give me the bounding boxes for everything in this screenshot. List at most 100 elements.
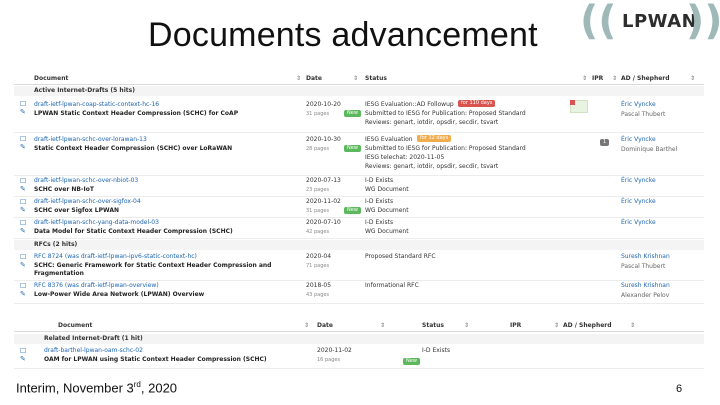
col-document[interactable]: Document (58, 322, 92, 329)
doc-name-link[interactable]: draft-ietf-lpwan-coap-static-context-hc-… (34, 101, 159, 108)
table-row: ☐ ✎ RFC 8724 (was draft-ietf-lpwan-ipv6-… (14, 252, 704, 281)
ad-link[interactable]: Éric Vyncke (621, 136, 656, 143)
sort-icon[interactable]: ⇕ (690, 75, 695, 82)
doc-pages: 31 pages (306, 208, 330, 214)
group-active-drafts: Active Internet-Drafts (5 hits) (14, 86, 704, 96)
doc-status: I-D Exists (365, 198, 394, 205)
table-row: ☐ ✎ draft-ietf-lpwan-schc-over-sigfox-04… (14, 197, 704, 218)
comment-icon[interactable]: ✎ (20, 355, 26, 363)
sort-icon[interactable]: ⇕ (612, 75, 617, 82)
logo-left-paren: (( (580, 0, 617, 44)
doc-title: LPWAN Static Context Header Compression … (34, 110, 239, 117)
bookmark-icon[interactable]: ☐ (20, 177, 26, 185)
comment-icon[interactable]: ✎ (20, 143, 26, 151)
doc-reviews[interactable]: Reviews: genart, iotdir, opsdir, secdir,… (365, 163, 498, 170)
col-status[interactable]: Status (422, 322, 444, 329)
shepherd-name: Alexander Pelov (621, 292, 670, 299)
doc-name-link[interactable]: draft-ietf-lpwan-schc-over-lorawan-13 (34, 136, 147, 143)
bookmark-icon[interactable]: ☐ (20, 100, 26, 108)
ad-link[interactable]: Éric Vyncke (621, 177, 656, 184)
status-duration-badge: for 110 days (458, 100, 496, 107)
slide-title: Documents advancement (148, 16, 538, 54)
ad-link[interactable]: Éric Vyncke (621, 198, 656, 205)
doc-status[interactable]: IESG Evaluation (365, 136, 413, 143)
sort-icon[interactable]: ⇕ (353, 75, 358, 82)
bookmark-icon[interactable]: ☐ (20, 135, 26, 143)
comment-icon[interactable]: ✎ (20, 261, 26, 269)
doc-date: 2020-10-20 (306, 101, 341, 108)
rfc-name-link[interactable]: RFC 8724 (was draft-ietf-lpwan-ipv6-stat… (34, 253, 197, 260)
col-ad[interactable]: AD / Shepherd (621, 75, 670, 82)
rfc-title-continued: Fragmentation (34, 270, 84, 277)
bookmark-icon[interactable]: ☐ (20, 253, 26, 261)
comment-icon[interactable]: ✎ (20, 108, 26, 116)
table-row: ☐ ✎ draft-ietf-lpwan-schc-over-lorawan-1… (14, 133, 704, 176)
bookmark-icon[interactable]: ☐ (20, 198, 26, 206)
doc-date: 2020-07-13 (306, 177, 341, 184)
sort-icon[interactable]: ⇕ (630, 322, 635, 329)
col-date[interactable]: Date (306, 75, 322, 82)
col-ad[interactable]: AD / Shepherd (563, 322, 612, 329)
table2-header: Document ⇕ Date ⇕ Status ⇕ IPR ⇕ AD / Sh… (14, 319, 704, 332)
doc-name-link[interactable]: draft-ietf-lpwan-schc-over-nbiot-03 (34, 177, 138, 184)
rfc-date: 2018-05 (306, 282, 332, 289)
status-duration-badge: for 12 days (417, 135, 452, 142)
footer-text: Interim, November 3 (16, 380, 134, 396)
sort-icon[interactable]: ⇕ (296, 75, 301, 82)
col-date[interactable]: Date (317, 322, 333, 329)
logo-right-paren: )) (686, 0, 720, 44)
doc-name-link[interactable]: draft-ietf-lpwan-schc-yang-data-model-03 (34, 219, 159, 226)
col-status[interactable]: Status (365, 75, 387, 82)
col-ipr[interactable]: IPR (592, 75, 603, 82)
ad-link[interactable]: Éric Vyncke (621, 101, 656, 108)
new-badge: New (403, 358, 420, 365)
doc-status-line: WG Document (365, 186, 409, 193)
doc-status-line: Submitted to IESG for Publication: Propo… (365, 110, 526, 117)
group-rfcs: RFCs (2 hits) (14, 240, 704, 250)
doc-date: 2020-07-10 (306, 219, 341, 226)
comment-icon[interactable]: ✎ (20, 227, 26, 235)
sort-icon[interactable]: ⇕ (464, 322, 469, 329)
ad-link[interactable]: Suresh Krishnan (621, 253, 670, 260)
ad-link[interactable]: Suresh Krishnan (621, 282, 670, 289)
shepherd-name: Pascal Thubert (621, 263, 666, 270)
rfc-status: Proposed Standard RFC (365, 253, 436, 260)
doc-pages: 42 pages (306, 229, 330, 235)
doc-title: OAM for LPWAN using Static Context Heade… (44, 356, 267, 363)
table-row: ☐ ✎ draft-barthel-lpwan-oam-schc-02 OAM … (14, 346, 704, 369)
rfc-title: Low-Power Wide Area Network (LPWAN) Over… (34, 291, 205, 298)
doc-pages: 28 pages (306, 146, 330, 152)
doc-status-line: WG Document (365, 207, 409, 214)
bookmark-icon[interactable]: ☐ (20, 282, 26, 290)
comment-icon[interactable]: ✎ (20, 290, 26, 298)
doc-reviews[interactable]: Reviews: genart, iotdir, opsdir, secdir,… (365, 119, 498, 126)
doc-name-link[interactable]: draft-ietf-lpwan-schc-over-sigfox-04 (34, 198, 141, 205)
col-document[interactable]: Document (34, 75, 68, 82)
comment-icon[interactable]: ✎ (20, 206, 26, 214)
sort-icon[interactable]: ⇕ (554, 322, 559, 329)
sort-icon[interactable]: ⇕ (380, 322, 385, 329)
rfc-date: 2020-04 (306, 253, 332, 260)
group-related-drafts: Related Internet-Draft (1 hit) (14, 334, 704, 344)
shepherd-name: Pascal Thubert (621, 111, 666, 118)
sort-icon[interactable]: ⇕ (582, 75, 587, 82)
col-ipr[interactable]: IPR (510, 322, 521, 329)
doc-status[interactable]: IESG Evaluation::AD Followup (365, 101, 454, 108)
slide-footer: Interim, November 3rd, 2020 (16, 380, 177, 395)
comment-icon[interactable]: ✎ (20, 185, 26, 193)
doc-date: 2020-11-02 (317, 347, 352, 354)
rfc-name-link[interactable]: RFC 8376 (was draft-ietf-lpwan-overview) (34, 282, 159, 289)
bookmark-icon[interactable]: ☐ (20, 347, 26, 355)
ipr-count-badge[interactable]: 1 (600, 139, 610, 146)
doc-name-link[interactable]: draft-barthel-lpwan-oam-schc-02 (44, 347, 143, 354)
page-number: 6 (676, 383, 683, 395)
table-row: ☐ ✎ draft-ietf-lpwan-schc-over-nbiot-03 … (14, 176, 704, 197)
doc-title: Static Context Header Compression (SCHC)… (34, 145, 233, 152)
sort-icon[interactable]: ⇕ (304, 322, 309, 329)
table-row: ☐ ✎ draft-ietf-lpwan-coap-static-context… (14, 98, 704, 133)
rfc-title: SCHC: Generic Framework for Static Conte… (34, 262, 272, 269)
rfc-pages: 43 pages (306, 292, 330, 298)
new-badge: New (344, 207, 361, 214)
ad-link[interactable]: Éric Vyncke (621, 219, 656, 226)
bookmark-icon[interactable]: ☐ (20, 219, 26, 227)
